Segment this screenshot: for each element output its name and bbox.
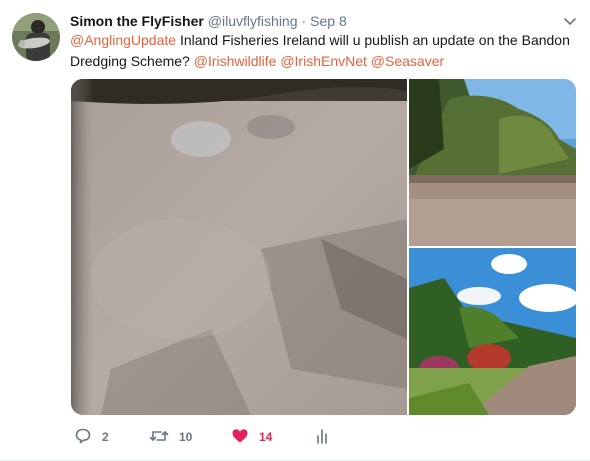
photo-river-trees[interactable]: [409, 79, 576, 246]
mention-link[interactable]: @Irishwildlife: [194, 53, 277, 69]
tweet-text: @AnglingUpdate Inland Fisheries Ireland …: [70, 30, 580, 72]
tweet-card[interactable]: Simon the FlyFisher @iluvflyfishing · Se…: [0, 0, 590, 461]
analytics-button[interactable]: [313, 427, 331, 447]
retweet-button[interactable]: 10: [149, 427, 192, 447]
media-grid: [71, 79, 576, 415]
heart-icon: [231, 427, 249, 448]
separator-dot: ·: [301, 13, 307, 29]
tweet-actions: 2 10 14: [70, 427, 370, 447]
chevron-down-icon[interactable]: [562, 13, 578, 29]
author-handle[interactable]: @iluvflyfishing: [208, 11, 298, 31]
comment-bubble-icon: [74, 427, 92, 448]
like-button[interactable]: 14: [231, 427, 272, 447]
reply-count: 2: [102, 430, 109, 444]
reply-button[interactable]: 2: [74, 427, 109, 447]
bar-chart-icon: [313, 427, 331, 448]
mention-link[interactable]: @IrishEnvNet: [280, 53, 367, 69]
author-name[interactable]: Simon the FlyFisher: [70, 11, 204, 31]
avatar[interactable]: [12, 13, 60, 61]
retweet-arrows-icon: [149, 427, 169, 448]
like-count: 14: [259, 430, 273, 444]
tweet-header: Simon the FlyFisher @iluvflyfishing · Se…: [70, 11, 347, 31]
mention-link[interactable]: @AnglingUpdate: [70, 32, 176, 48]
mention-link[interactable]: @Seasaver: [371, 53, 444, 69]
photo-riverbank[interactable]: [409, 248, 576, 415]
timestamp[interactable]: Sep 8: [310, 11, 347, 31]
retweet-count: 10: [179, 430, 193, 444]
photo-muddy-water[interactable]: [71, 79, 407, 415]
